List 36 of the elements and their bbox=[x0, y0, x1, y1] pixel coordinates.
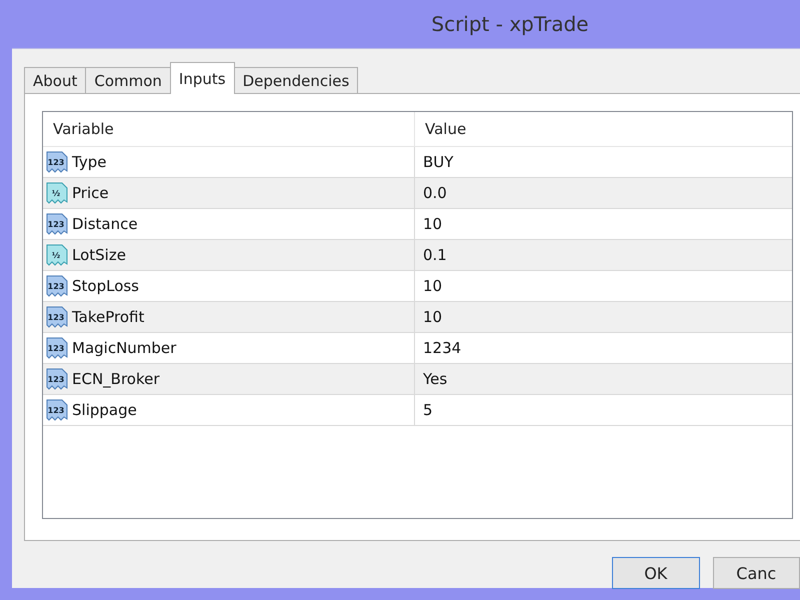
tab[interactable]: Dependencies bbox=[234, 67, 358, 93]
variable-name: Distance bbox=[72, 215, 138, 233]
variable-value[interactable]: 1234 bbox=[423, 339, 462, 357]
integer-type-icon: 123 bbox=[45, 336, 69, 360]
integer-type-icon: 123 bbox=[45, 305, 69, 329]
integer-type-icon: 123 bbox=[45, 398, 69, 422]
variable-value[interactable]: 10 bbox=[423, 215, 442, 233]
window-title: Script - xpTrade bbox=[430, 12, 589, 36]
variable-value[interactable]: 0.0 bbox=[423, 184, 447, 202]
variable-name: Type bbox=[72, 153, 106, 171]
tab[interactable]: About bbox=[24, 67, 86, 93]
variable-value[interactable]: Yes bbox=[423, 370, 448, 388]
integer-type-icon: 123 bbox=[45, 212, 69, 236]
variable-value[interactable]: 10 bbox=[423, 308, 442, 326]
integer-type-icon: 123 bbox=[45, 274, 69, 298]
variable-value[interactable]: BUY bbox=[423, 153, 454, 171]
variable-value[interactable]: 5 bbox=[423, 401, 433, 419]
variable-name: StopLoss bbox=[72, 277, 140, 295]
column-header[interactable]: Variable bbox=[43, 112, 415, 146]
integer-type-icon: 123 bbox=[45, 367, 69, 391]
variable-value[interactable]: 10 bbox=[423, 277, 442, 295]
integer-type-icon: 123 bbox=[45, 150, 69, 174]
column-header[interactable]: Value bbox=[415, 112, 466, 146]
variable-name: Price bbox=[72, 184, 109, 202]
fraction-type-icon: ½ bbox=[45, 181, 69, 205]
variable-name: MagicNumber bbox=[72, 339, 176, 357]
variable-name: Slippage bbox=[72, 401, 137, 419]
dialog-button[interactable]: Canc bbox=[712, 557, 800, 589]
variable-value[interactable]: 0.1 bbox=[423, 246, 447, 264]
tab[interactable]: Common bbox=[85, 67, 171, 93]
dialog-button[interactable]: OK bbox=[612, 557, 700, 589]
variable-name: LotSize bbox=[72, 246, 126, 264]
variable-name: ECN_Broker bbox=[72, 370, 160, 388]
tab[interactable]: Inputs bbox=[170, 62, 235, 94]
fraction-type-icon: ½ bbox=[45, 243, 69, 267]
variable-name: TakeProfit bbox=[72, 308, 144, 326]
